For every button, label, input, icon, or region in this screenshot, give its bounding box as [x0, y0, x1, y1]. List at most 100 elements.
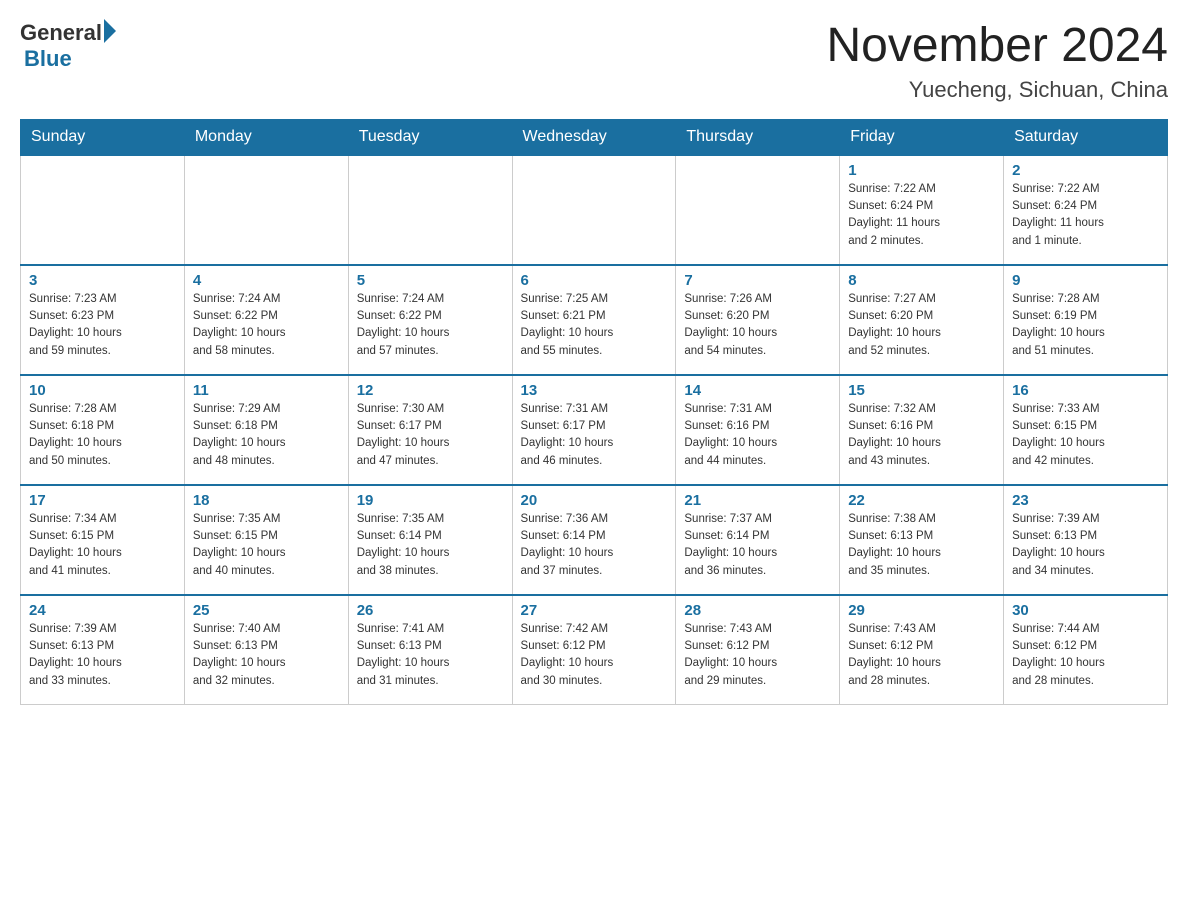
calendar-cell: 30 Sunrise: 7:44 AMSunset: 6:12 PMDayligh… [1004, 595, 1168, 705]
day-info: Sunrise: 7:36 AMSunset: 6:14 PMDaylight:… [521, 511, 668, 580]
week-row-0: 1 Sunrise: 7:22 AMSunset: 6:24 PMDaylight… [21, 155, 1168, 265]
month-title: November 2024 [826, 20, 1168, 73]
col-tuesday: Tuesday [348, 119, 512, 155]
calendar-cell: 3 Sunrise: 7:23 AMSunset: 6:23 PMDaylight… [21, 265, 185, 375]
day-info: Sunrise: 7:22 AMSunset: 6:24 PMDaylight:… [848, 181, 995, 250]
day-number: 15 [848, 382, 995, 399]
day-number: 19 [357, 492, 504, 509]
calendar-cell: 28 Sunrise: 7:43 AMSunset: 6:12 PMDayligh… [676, 595, 840, 705]
location-title: Yuecheng, Sichuan, China [826, 77, 1168, 103]
logo-blue-text: Blue [24, 46, 116, 72]
calendar-header-row: Sunday Monday Tuesday Wednesday Thursday… [21, 119, 1168, 155]
calendar-cell: 1 Sunrise: 7:22 AMSunset: 6:24 PMDaylight… [840, 155, 1004, 265]
calendar-cell [512, 155, 676, 265]
day-info: Sunrise: 7:30 AMSunset: 6:17 PMDaylight:… [357, 401, 504, 470]
col-thursday: Thursday [676, 119, 840, 155]
calendar-cell: 10Sunrise: 7:28 AMSunset: 6:18 PMDayligh… [21, 375, 185, 485]
day-info: Sunrise: 7:39 AMSunset: 6:13 PMDaylight:… [29, 621, 176, 690]
day-info: Sunrise: 7:39 AMSunset: 6:13 PMDaylight:… [1012, 511, 1159, 580]
calendar-cell: 21 Sunrise: 7:37 AMSunset: 6:14 PMDayligh… [676, 485, 840, 595]
page-header: General Blue November 2024 Yuecheng, Sic… [20, 20, 1168, 103]
day-number: 7 [684, 272, 831, 289]
day-number: 10 [29, 382, 176, 399]
calendar-cell [184, 155, 348, 265]
day-number: 17 [29, 492, 176, 509]
day-number: 2 [1012, 162, 1159, 179]
day-number: 11 [193, 382, 340, 399]
day-number: 4 [193, 272, 340, 289]
day-info: Sunrise: 7:29 AMSunset: 6:18 PMDaylight:… [193, 401, 340, 470]
day-info: Sunrise: 7:25 AMSunset: 6:21 PMDaylight:… [521, 291, 668, 360]
calendar-cell: 17Sunrise: 7:34 AMSunset: 6:15 PMDayligh… [21, 485, 185, 595]
calendar-cell: 27 Sunrise: 7:42 AMSunset: 6:12 PMDayligh… [512, 595, 676, 705]
day-number: 26 [357, 602, 504, 619]
day-number: 5 [357, 272, 504, 289]
day-number: 14 [684, 382, 831, 399]
day-number: 25 [193, 602, 340, 619]
day-info: Sunrise: 7:27 AMSunset: 6:20 PMDaylight:… [848, 291, 995, 360]
day-info: Sunrise: 7:31 AMSunset: 6:17 PMDaylight:… [521, 401, 668, 470]
day-number: 8 [848, 272, 995, 289]
week-row-2: 10Sunrise: 7:28 AMSunset: 6:18 PMDayligh… [21, 375, 1168, 485]
day-number: 24 [29, 602, 176, 619]
day-number: 29 [848, 602, 995, 619]
day-number: 30 [1012, 602, 1159, 619]
day-info: Sunrise: 7:43 AMSunset: 6:12 PMDaylight:… [848, 621, 995, 690]
col-friday: Friday [840, 119, 1004, 155]
logo: General Blue [20, 20, 116, 72]
calendar-cell: 26Sunrise: 7:41 AMSunset: 6:13 PMDayligh… [348, 595, 512, 705]
day-info: Sunrise: 7:37 AMSunset: 6:14 PMDaylight:… [684, 511, 831, 580]
col-saturday: Saturday [1004, 119, 1168, 155]
day-info: Sunrise: 7:23 AMSunset: 6:23 PMDaylight:… [29, 291, 176, 360]
calendar-cell: 15 Sunrise: 7:32 AMSunset: 6:16 PMDayligh… [840, 375, 1004, 485]
col-monday: Monday [184, 119, 348, 155]
calendar-cell: 2 Sunrise: 7:22 AMSunset: 6:24 PMDaylight… [1004, 155, 1168, 265]
calendar-cell: 7 Sunrise: 7:26 AMSunset: 6:20 PMDaylight… [676, 265, 840, 375]
title-area: November 2024 Yuecheng, Sichuan, China [826, 20, 1168, 103]
day-info: Sunrise: 7:26 AMSunset: 6:20 PMDaylight:… [684, 291, 831, 360]
calendar-cell: 29 Sunrise: 7:43 AMSunset: 6:12 PMDayligh… [840, 595, 1004, 705]
day-number: 27 [521, 602, 668, 619]
day-number: 12 [357, 382, 504, 399]
calendar-cell: 16Sunrise: 7:33 AMSunset: 6:15 PMDayligh… [1004, 375, 1168, 485]
day-number: 22 [848, 492, 995, 509]
calendar-cell: 5 Sunrise: 7:24 AMSunset: 6:22 PMDaylight… [348, 265, 512, 375]
day-number: 21 [684, 492, 831, 509]
col-sunday: Sunday [21, 119, 185, 155]
calendar-cell [21, 155, 185, 265]
calendar-cell: 20 Sunrise: 7:36 AMSunset: 6:14 PMDayligh… [512, 485, 676, 595]
day-info: Sunrise: 7:24 AMSunset: 6:22 PMDaylight:… [357, 291, 504, 360]
day-info: Sunrise: 7:22 AMSunset: 6:24 PMDaylight:… [1012, 181, 1159, 250]
calendar-cell: 9 Sunrise: 7:28 AMSunset: 6:19 PMDaylight… [1004, 265, 1168, 375]
calendar-cell: 11 Sunrise: 7:29 AMSunset: 6:18 PMDayligh… [184, 375, 348, 485]
day-number: 13 [521, 382, 668, 399]
day-number: 3 [29, 272, 176, 289]
logo-arrow-icon [104, 19, 116, 43]
day-number: 1 [848, 162, 995, 179]
day-number: 6 [521, 272, 668, 289]
calendar-cell [348, 155, 512, 265]
calendar-cell: 23Sunrise: 7:39 AMSunset: 6:13 PMDayligh… [1004, 485, 1168, 595]
day-info: Sunrise: 7:42 AMSunset: 6:12 PMDaylight:… [521, 621, 668, 690]
calendar-cell: 6 Sunrise: 7:25 AMSunset: 6:21 PMDaylight… [512, 265, 676, 375]
day-info: Sunrise: 7:43 AMSunset: 6:12 PMDaylight:… [684, 621, 831, 690]
calendar-table: Sunday Monday Tuesday Wednesday Thursday… [20, 119, 1168, 706]
day-info: Sunrise: 7:40 AMSunset: 6:13 PMDaylight:… [193, 621, 340, 690]
day-info: Sunrise: 7:44 AMSunset: 6:12 PMDaylight:… [1012, 621, 1159, 690]
calendar-cell: 12 Sunrise: 7:30 AMSunset: 6:17 PMDayligh… [348, 375, 512, 485]
day-number: 18 [193, 492, 340, 509]
calendar-cell: 25 Sunrise: 7:40 AMSunset: 6:13 PMDayligh… [184, 595, 348, 705]
day-info: Sunrise: 7:38 AMSunset: 6:13 PMDaylight:… [848, 511, 995, 580]
logo-general-text: General [20, 20, 102, 46]
day-info: Sunrise: 7:33 AMSunset: 6:15 PMDaylight:… [1012, 401, 1159, 470]
day-info: Sunrise: 7:24 AMSunset: 6:22 PMDaylight:… [193, 291, 340, 360]
day-number: 28 [684, 602, 831, 619]
day-number: 9 [1012, 272, 1159, 289]
day-info: Sunrise: 7:32 AMSunset: 6:16 PMDaylight:… [848, 401, 995, 470]
day-number: 20 [521, 492, 668, 509]
calendar-cell: 24 Sunrise: 7:39 AMSunset: 6:13 PMDayligh… [21, 595, 185, 705]
day-info: Sunrise: 7:28 AMSunset: 6:19 PMDaylight:… [1012, 291, 1159, 360]
day-info: Sunrise: 7:35 AMSunset: 6:14 PMDaylight:… [357, 511, 504, 580]
day-info: Sunrise: 7:35 AMSunset: 6:15 PMDaylight:… [193, 511, 340, 580]
calendar-cell [676, 155, 840, 265]
